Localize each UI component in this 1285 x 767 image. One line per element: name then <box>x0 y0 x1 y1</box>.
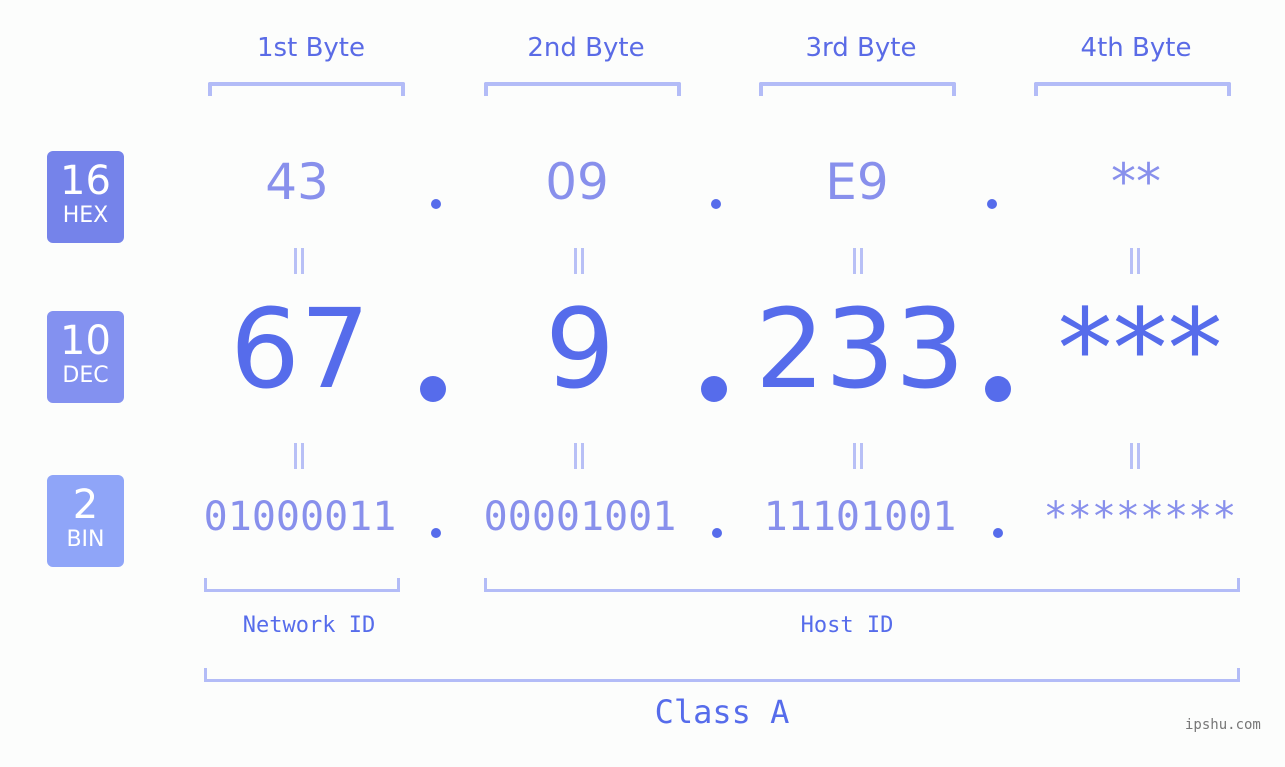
network-id-bracket <box>204 578 400 592</box>
equals-icon <box>851 443 865 469</box>
equals-icon <box>1128 248 1142 274</box>
hex-badge: 16 HEX <box>47 151 124 243</box>
dec-byte-3: 233 <box>755 285 965 413</box>
hex-byte-3: E9 <box>825 153 889 211</box>
hex-badge-label: HEX <box>62 203 109 228</box>
class-bracket <box>204 668 1240 682</box>
bin-byte-4: ******** <box>1043 494 1237 540</box>
byte-bracket-2 <box>484 82 681 96</box>
byte-header-2: 2nd Byte <box>527 33 645 63</box>
bin-separator-dot <box>431 528 441 538</box>
byte-bracket-4 <box>1034 82 1231 96</box>
hex-separator-dot <box>431 199 441 209</box>
byte-header-3: 3rd Byte <box>805 33 917 63</box>
host-id-label: Host ID <box>800 613 894 638</box>
equals-icon <box>292 443 306 469</box>
bin-byte-1: 01000011 <box>203 494 397 540</box>
bin-badge-label: BIN <box>66 527 105 552</box>
host-id-bracket <box>484 578 1240 592</box>
equals-icon <box>572 248 586 274</box>
equals-icon <box>1128 443 1142 469</box>
byte-header-4: 4th Byte <box>1080 33 1192 63</box>
bin-byte-2: 00001001 <box>483 494 677 540</box>
dec-byte-4: *** <box>1057 285 1223 413</box>
bin-separator-dot <box>993 528 1003 538</box>
hex-separator-dot <box>711 199 721 209</box>
hex-byte-1: 43 <box>265 153 329 211</box>
dec-badge-number: 10 <box>60 318 111 364</box>
dec-separator-dot <box>420 376 446 402</box>
watermark: ipshu.com <box>1185 717 1261 733</box>
bin-byte-3: 11101001 <box>763 494 957 540</box>
hex-byte-4: ** <box>1111 153 1161 211</box>
dec-byte-2: 9 <box>545 285 615 413</box>
equals-icon <box>851 248 865 274</box>
class-label: Class A <box>654 693 790 731</box>
byte-header-1: 1st Byte <box>257 33 365 63</box>
dec-byte-1: 67 <box>230 285 370 413</box>
dec-badge: 10 DEC <box>47 311 124 403</box>
dec-separator-dot <box>701 376 727 402</box>
byte-bracket-3 <box>759 82 956 96</box>
equals-icon <box>572 443 586 469</box>
dec-separator-dot <box>985 376 1011 402</box>
hex-byte-2: 09 <box>545 153 609 211</box>
dec-badge-label: DEC <box>62 363 109 388</box>
hex-separator-dot <box>987 199 997 209</box>
bin-badge-number: 2 <box>72 482 99 528</box>
bin-separator-dot <box>712 528 722 538</box>
equals-icon <box>292 248 306 274</box>
bin-badge: 2 BIN <box>47 475 124 567</box>
byte-bracket-1 <box>208 82 405 96</box>
network-id-label: Network ID <box>242 613 376 638</box>
hex-badge-number: 16 <box>60 158 111 204</box>
